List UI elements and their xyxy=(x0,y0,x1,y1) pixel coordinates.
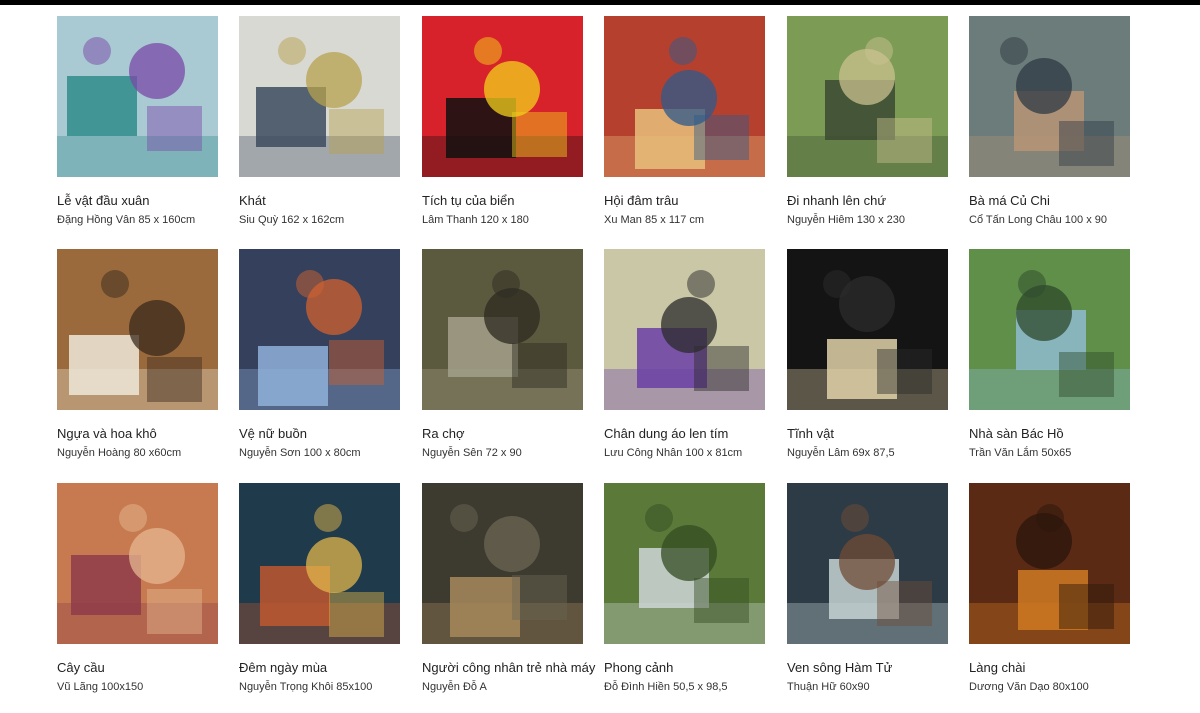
artwork-image xyxy=(787,16,948,177)
artwork-thumbnail[interactable] xyxy=(604,249,765,410)
artwork-artist-size: Nguyễn Hoàng 80 x60cm xyxy=(57,447,182,459)
artwork-image xyxy=(239,16,400,177)
artwork-artist-size: Nguyễn Sên 72 x 90 xyxy=(422,447,522,459)
artwork-thumbnail[interactable] xyxy=(422,16,583,177)
artwork-title[interactable]: Đi nhanh lên chứ xyxy=(787,193,965,209)
artwork-artist-size: Nguyễn Trọng Khôi 85x100 xyxy=(239,681,373,693)
artwork-thumbnail[interactable] xyxy=(604,16,765,177)
artwork-thumbnail[interactable] xyxy=(787,16,948,177)
artwork-artist-size: Dương Văn Dạo 80x100 xyxy=(969,681,1089,693)
artwork-image xyxy=(604,483,765,644)
artwork-artist-size: Nguyễn Lâm 69x 87,5 xyxy=(787,447,895,459)
artwork-artist-size: Lâm Thanh 120 x 180 xyxy=(422,214,529,226)
artwork-title[interactable]: Người công nhân trẻ nhà máy xyxy=(422,660,600,676)
artwork-title[interactable]: Lễ vật đầu xuân xyxy=(57,193,235,209)
artwork-title[interactable]: Ngựa và hoa khô xyxy=(57,426,235,442)
artwork-title[interactable]: Tích tụ của biển xyxy=(422,193,600,209)
artwork-image xyxy=(57,483,218,644)
artwork-thumbnail[interactable] xyxy=(239,249,400,410)
artwork-image xyxy=(422,483,583,644)
artwork-card[interactable]: Nhà sàn Bác Hồ Trần Văn Lắm 50x65 xyxy=(969,249,1131,479)
artwork-card[interactable]: Hội đâm trâu Xu Man 85 x 117 cm xyxy=(604,16,766,246)
artwork-thumbnail[interactable] xyxy=(969,249,1130,410)
artwork-card[interactable]: Người công nhân trẻ nhà máy Nguyễn Đỗ A xyxy=(422,483,595,713)
artwork-card[interactable]: Phong cảnh Đỗ Đình Hiền 50,5 x 98,5 xyxy=(604,483,766,713)
artwork-title[interactable]: Cây cầu xyxy=(57,660,235,676)
artwork-artist-size: Xu Man 85 x 117 cm xyxy=(604,214,705,226)
artwork-title[interactable]: Ven sông Hàm Tử xyxy=(787,660,965,676)
artwork-artist-size: Lưu Công Nhân 100 x 81cm xyxy=(604,447,743,459)
artwork-card[interactable]: Tích tụ của biển Lâm Thanh 120 x 180 xyxy=(422,16,584,246)
artwork-title[interactable]: Bà má Củ Chi xyxy=(969,193,1147,209)
artwork-artist-size: Đặng Hồng Vân 85 x 160cm xyxy=(57,214,196,226)
artwork-card[interactable]: Khát Siu Quỳ 162 x 162cm xyxy=(239,16,401,246)
artwork-title[interactable]: Vệ nữ buồn xyxy=(239,426,417,442)
artwork-card[interactable]: Đêm ngày mùa Nguyễn Trọng Khôi 85x100 xyxy=(239,483,401,713)
artwork-image xyxy=(969,249,1130,410)
artwork-artist-size: Đỗ Đình Hiền 50,5 x 98,5 xyxy=(604,681,728,693)
artwork-thumbnail[interactable] xyxy=(787,249,948,410)
artwork-thumbnail[interactable] xyxy=(604,483,765,644)
artwork-image xyxy=(787,483,948,644)
artwork-title[interactable]: Ra chợ xyxy=(422,426,600,442)
artwork-card[interactable]: Lễ vật đầu xuân Đặng Hồng Vân 85 x 160cm xyxy=(57,16,219,246)
artwork-image xyxy=(239,483,400,644)
artwork-thumbnail[interactable] xyxy=(969,16,1130,177)
artwork-artist-size: Siu Quỳ 162 x 162cm xyxy=(239,214,345,226)
artwork-image xyxy=(422,249,583,410)
artwork-image xyxy=(604,249,765,410)
artwork-artist-size: Vũ Lãng 100x150 xyxy=(57,681,144,693)
artwork-thumbnail[interactable] xyxy=(57,16,218,177)
artwork-title[interactable]: Khát xyxy=(239,193,417,209)
artwork-card[interactable]: Đi nhanh lên chứ Nguyễn Hiêm 130 x 230 xyxy=(787,16,949,246)
artwork-artist-size: Cổ Tấn Long Châu 100 x 90 xyxy=(969,214,1108,226)
artwork-thumbnail[interactable] xyxy=(969,483,1130,644)
artwork-card[interactable]: Ven sông Hàm Tử Thuận Hữ 60x90 xyxy=(787,483,949,713)
artwork-thumbnail[interactable] xyxy=(422,483,583,644)
artwork-thumbnail[interactable] xyxy=(57,249,218,410)
artwork-title[interactable]: Làng chài xyxy=(969,660,1147,676)
artwork-artist-size: Thuận Hữ 60x90 xyxy=(787,681,870,693)
artwork-title[interactable]: Phong cảnh xyxy=(604,660,782,676)
artwork-title[interactable]: Nhà sàn Bác Hồ xyxy=(969,426,1147,442)
artwork-card[interactable]: Ngựa và hoa khô Nguyễn Hoàng 80 x60cm xyxy=(57,249,219,479)
artwork-thumbnail[interactable] xyxy=(787,483,948,644)
artwork-image xyxy=(422,16,583,177)
artwork-title[interactable]: Đêm ngày mùa xyxy=(239,660,417,676)
artwork-title[interactable]: Hội đâm trâu xyxy=(604,193,782,209)
artwork-artist-size: Nguyễn Hiêm 130 x 230 xyxy=(787,214,906,226)
artwork-thumbnail[interactable] xyxy=(422,249,583,410)
artwork-thumbnail[interactable] xyxy=(57,483,218,644)
artwork-title[interactable]: Chân dung áo len tím xyxy=(604,426,782,442)
artwork-card[interactable]: Bà má Củ Chi Cổ Tấn Long Châu 100 x 90 xyxy=(969,16,1131,246)
artwork-artist-size: Nguyễn Sơn 100 x 80cm xyxy=(239,447,361,459)
artwork-title[interactable]: Tĩnh vật xyxy=(787,426,965,442)
artwork-artist-size: Nguyễn Đỗ A xyxy=(422,681,487,693)
artwork-card[interactable]: Vệ nữ buồn Nguyễn Sơn 100 x 80cm xyxy=(239,249,401,479)
artwork-image xyxy=(604,16,765,177)
artwork-card[interactable]: Ra chợ Nguyễn Sên 72 x 90 xyxy=(422,249,584,479)
artwork-image xyxy=(239,249,400,410)
artwork-card[interactable]: Cây cầu Vũ Lãng 100x150 xyxy=(57,483,219,713)
artwork-gallery: Lễ vật đầu xuân Đặng Hồng Vân 85 x 160cm K… xyxy=(0,0,1200,693)
artwork-artist-size: Trần Văn Lắm 50x65 xyxy=(969,447,1072,459)
artwork-image xyxy=(57,249,218,410)
artwork-thumbnail[interactable] xyxy=(239,16,400,177)
artwork-image xyxy=(57,16,218,177)
artwork-card[interactable]: Chân dung áo len tím Lưu Công Nhân 100 x … xyxy=(604,249,766,479)
artwork-thumbnail[interactable] xyxy=(239,483,400,644)
artwork-image xyxy=(969,483,1130,644)
artwork-card[interactable]: Tĩnh vật Nguyễn Lâm 69x 87,5 xyxy=(787,249,949,479)
artwork-image xyxy=(787,249,948,410)
artwork-card[interactable]: Làng chài Dương Văn Dạo 80x100 xyxy=(969,483,1131,713)
artwork-image xyxy=(969,16,1130,177)
